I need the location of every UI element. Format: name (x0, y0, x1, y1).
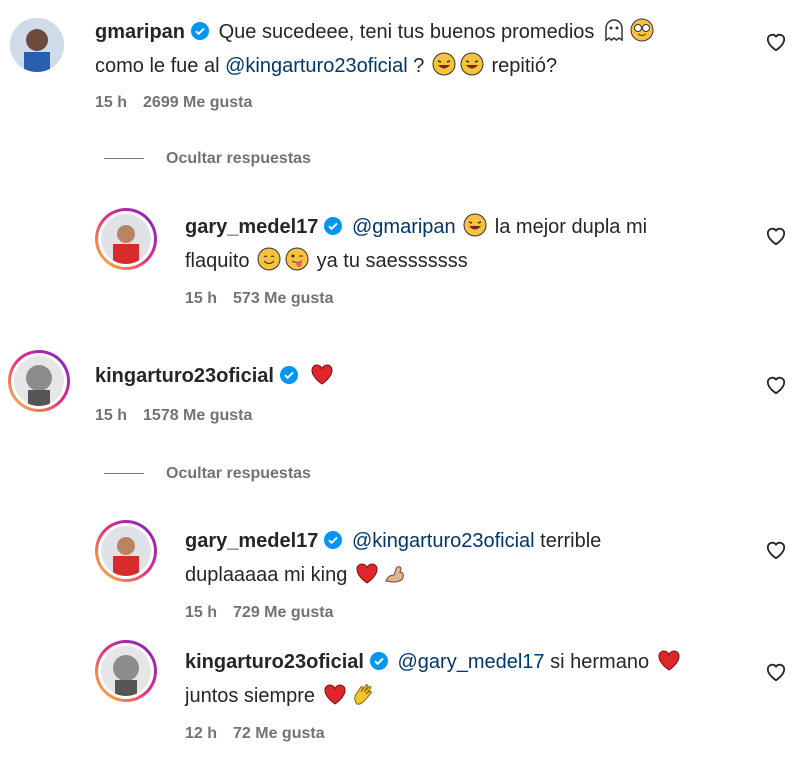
sunglasses-emoji (630, 18, 654, 42)
verified-badge-icon (324, 527, 343, 559)
comment-text: como le fue al (95, 55, 220, 77)
comment-text: la mejor dupla mi (494, 216, 648, 238)
like-heart-icon[interactable] (765, 540, 787, 560)
verified-badge-icon (279, 362, 298, 394)
hide-replies-label: Ocultar respuestas (166, 150, 311, 167)
red-heart-emoji (355, 561, 379, 585)
comment-body: gmaripan Que sucedeee, teni tus buenos p… (95, 16, 735, 82)
comment-body: gary_medel17 @gmaripan la mejor dupla mi… (185, 211, 745, 277)
laughing-emoji (460, 52, 484, 76)
comment-text: flaquito (185, 250, 250, 272)
avatar[interactable] (95, 208, 157, 270)
username[interactable]: gmaripan (95, 21, 185, 43)
like-heart-icon[interactable] (765, 662, 787, 682)
comment-body: gary_medel17 @kingarturo23oficial terrib… (185, 525, 745, 591)
like-count[interactable]: 573 Me gusta (233, 290, 333, 307)
hide-replies-toggle[interactable]: Ocultar respuestas (104, 465, 311, 483)
flexed-bicep-emoji (383, 561, 407, 585)
like-count[interactable]: 1578 Me gusta (143, 407, 252, 424)
verified-badge-icon (324, 213, 343, 245)
comment-text: repitió? (491, 55, 558, 77)
smiling-emoji (257, 247, 281, 271)
mention-link[interactable]: @gary_medel17 (398, 651, 545, 673)
like-count[interactable]: 72 Me gusta (233, 725, 325, 742)
comment-text: duplaaaaa mi king (185, 564, 348, 586)
comment-meta: 15 h 1578 Me gusta (95, 407, 268, 425)
comment-text: terrible (540, 530, 602, 552)
comment-text: ya tu saesssssss (316, 250, 468, 272)
timestamp[interactable]: 15 h (185, 290, 217, 307)
comment-meta: 12 h 72 Me gusta (185, 725, 341, 743)
comment-text: Que sucedeee, teni tus buenos promedios (218, 21, 595, 43)
like-heart-icon[interactable] (765, 32, 787, 52)
comment-body: kingarturo23oficial (95, 360, 735, 394)
avatar[interactable] (95, 640, 157, 702)
comment-meta: 15 h 573 Me gusta (185, 290, 350, 308)
red-heart-emoji (657, 648, 681, 672)
comment-meta: 15 h 2699 Me gusta (95, 94, 268, 112)
comment-body: kingarturo23oficial @gary_medel17 si her… (185, 646, 745, 712)
timestamp[interactable]: 12 h (185, 725, 217, 742)
avatar[interactable] (95, 520, 157, 582)
comment-text: ? (413, 55, 425, 77)
divider (104, 158, 144, 160)
avatar[interactable] (10, 18, 64, 72)
like-heart-icon[interactable] (765, 375, 787, 395)
ghost-emoji (602, 18, 626, 42)
avatar[interactable] (8, 350, 70, 412)
comment-text: si hermano (550, 651, 650, 673)
mention-link[interactable]: @gmaripan (352, 216, 456, 238)
laughing-emoji (432, 52, 456, 76)
timestamp[interactable]: 15 h (185, 604, 217, 621)
username[interactable]: kingarturo23oficial (95, 365, 274, 387)
username[interactable]: gary_medel17 (185, 216, 318, 238)
username[interactable]: kingarturo23oficial (185, 651, 364, 673)
like-count[interactable]: 2699 Me gusta (143, 94, 252, 111)
red-heart-emoji (310, 362, 334, 386)
red-heart-emoji (323, 682, 347, 706)
laughing-emoji (463, 213, 487, 237)
comment-text: juntos siempre (185, 685, 316, 707)
winking-tongue-emoji (285, 247, 309, 271)
username[interactable]: gary_medel17 (185, 530, 318, 552)
verified-badge-icon (191, 18, 210, 50)
mention-link[interactable]: @kingarturo23oficial (352, 530, 535, 552)
mention-link[interactable]: @kingarturo23oficial (225, 55, 408, 77)
comment-meta: 15 h 729 Me gusta (185, 604, 350, 622)
timestamp[interactable]: 15 h (95, 407, 127, 424)
like-heart-icon[interactable] (765, 226, 787, 246)
verified-badge-icon (369, 648, 388, 680)
divider (104, 473, 144, 475)
timestamp[interactable]: 15 h (95, 94, 127, 111)
like-count[interactable]: 729 Me gusta (233, 604, 333, 621)
waving-hand-emoji (351, 682, 375, 706)
hide-replies-label: Ocultar respuestas (166, 465, 311, 482)
hide-replies-toggle[interactable]: Ocultar respuestas (104, 150, 311, 168)
